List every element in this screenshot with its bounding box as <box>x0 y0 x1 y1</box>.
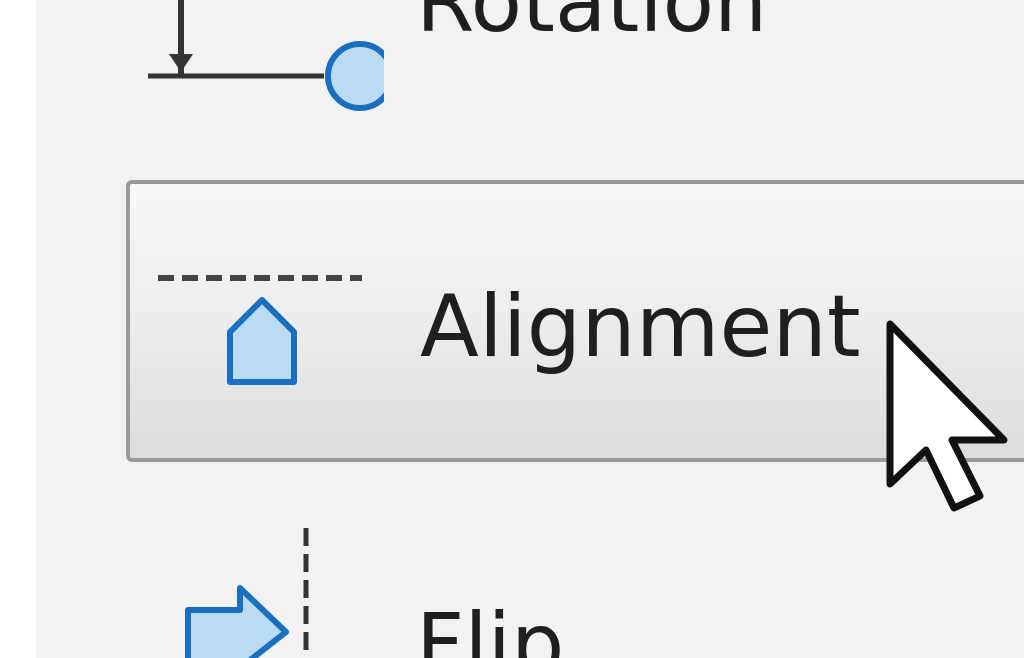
mouse-pointer-icon <box>886 320 1008 512</box>
menu-item-label: Rotation <box>416 0 768 51</box>
menu-item-rotation[interactable]: Rotation <box>36 0 1024 130</box>
menu-item-label: Alignment <box>420 277 861 377</box>
flip-icon <box>185 528 309 658</box>
context-menu-panel: Rotation Alignment Flip <box>36 0 1024 658</box>
menu-item-flip[interactable]: Flip <box>36 520 1024 658</box>
rotation-icon <box>148 0 384 111</box>
alignment-icon <box>158 275 362 385</box>
menu-item-label: Flip <box>416 595 565 658</box>
